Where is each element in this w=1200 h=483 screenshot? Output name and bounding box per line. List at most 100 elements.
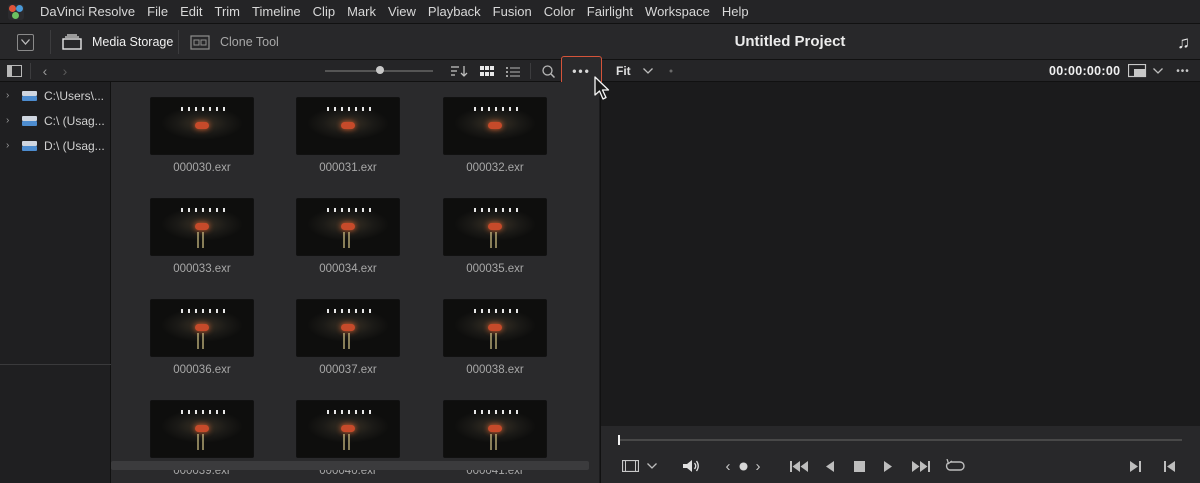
stop-button[interactable] [852,458,866,474]
clip-thumbnail[interactable] [443,97,547,155]
clip-thumbnail[interactable] [296,198,400,256]
clip-name: 000034.exr [319,263,377,275]
quality-dropdown-button[interactable] [1152,60,1164,82]
clip-item[interactable]: 000031.exr [296,97,400,174]
music-note-icon[interactable]: ♫ [1177,33,1190,53]
play-reverse-button[interactable] [823,458,837,474]
play-reverse-icon [826,460,834,472]
drive-icon [22,140,37,151]
clip-thumbnail[interactable] [296,97,400,155]
grid-horizontal-scrollbar[interactable] [111,461,589,470]
clip-thumbnail[interactable] [443,198,547,256]
thumbnail-size-slider-knob[interactable] [376,66,384,74]
tree-divider [0,364,111,365]
list-view-button[interactable] [505,60,521,82]
menu-help[interactable]: Help [716,0,755,24]
jog-left-icon[interactable]: ‹ [723,458,733,475]
clip-thumbnail[interactable] [296,400,400,458]
playhead[interactable] [618,435,620,445]
tree-item-d-drive[interactable]: › D:\ (Usag... [0,133,111,158]
media-clip-grid: 000030.exr 000031.exr 000032.exr 000033.… [111,82,599,483]
viewer-zoom-label[interactable]: Fit [616,60,631,82]
speaker-icon [683,460,699,472]
playback-quality-button[interactable] [1128,60,1148,82]
tree-item-label: D:\ (Usag... [44,138,105,153]
chevron-down-icon [643,68,653,74]
scrub-bar[interactable] [619,439,1182,441]
play-button[interactable] [881,458,895,474]
media-storage-label: Media Storage [92,35,174,49]
clone-tool-label: Clone Tool [220,35,279,49]
play-icon [884,460,892,472]
menu-playback[interactable]: Playback [422,0,487,24]
project-title: Untitled Project [734,33,846,50]
clip-item[interactable]: 000037.exr [296,299,400,376]
rewind-to-start-icon [789,460,808,472]
source-viewer[interactable] [600,82,1200,426]
menu-timeline[interactable]: Timeline [246,0,307,24]
sort-button[interactable] [451,60,469,82]
panel-dropdown-button[interactable] [17,34,34,51]
clip-name: 000038.exr [466,364,524,376]
menu-edit[interactable]: Edit [174,0,208,24]
chevron-right-icon[interactable]: › [6,115,16,126]
subbar-divider [530,63,531,79]
clip-thumbnail[interactable] [443,400,547,458]
go-to-start-button[interactable] [789,458,809,474]
clip-thumbnail[interactable] [150,198,254,256]
mark-in-button[interactable] [1128,458,1142,474]
clip-item[interactable]: 000038.exr [443,299,547,376]
clip-item[interactable]: 000033.exr [150,198,254,275]
clip-thumbnail[interactable] [150,97,254,155]
loop-button[interactable] [944,458,966,474]
menu-workspace[interactable]: Workspace [639,0,716,24]
menu-file[interactable]: File [141,0,174,24]
clip-view-dropdown[interactable] [646,458,658,474]
clip-thumbnail[interactable] [443,299,547,357]
media-storage-button[interactable]: Media Storage [62,24,173,60]
viewer-options-icon[interactable]: ••• [1173,60,1193,82]
top-toolbar: Media Storage Clone Tool Untitled Projec… [0,24,1200,60]
chevron-right-icon[interactable]: › [6,90,16,101]
menu-color[interactable]: Color [538,0,581,24]
tree-item-c-drive[interactable]: › C:\ (Usag... [0,108,111,133]
clip-item[interactable]: 000036.exr [150,299,254,376]
tree-item-users[interactable]: › C:\Users\... [0,83,111,108]
jog-dot-icon[interactable] [738,458,748,474]
menu-clip[interactable]: Clip [307,0,341,24]
sort-icon [451,66,468,77]
forward-arrow-icon[interactable]: › [58,60,72,82]
menu-fusion[interactable]: Fusion [487,0,538,24]
clip-item[interactable]: 000030.exr [150,97,254,174]
transport-controls: ‹ › [600,426,1200,483]
search-button[interactable] [540,60,556,82]
grid-view-button[interactable] [479,60,495,82]
chevron-right-icon[interactable]: › [6,140,16,151]
jog-right-icon[interactable]: › [753,458,763,475]
chevron-down-icon [21,39,30,45]
menu-mark[interactable]: Mark [341,0,382,24]
clip-item[interactable]: 000034.exr [296,198,400,275]
clone-tool-button[interactable]: Clone Tool [190,24,279,60]
go-to-end-button[interactable] [909,458,931,474]
menu-app-name[interactable]: DaVinci Resolve [34,0,141,24]
zoom-dropdown-button[interactable] [642,60,654,82]
clip-thumbnail[interactable] [296,299,400,357]
davinci-resolve-logo-icon [8,3,24,20]
volume-button[interactable] [681,458,701,474]
mark-out-button[interactable] [1162,458,1176,474]
toggle-sidebar-button[interactable] [6,60,22,82]
menu-trim[interactable]: Trim [209,0,247,24]
list-view-icon [506,66,520,77]
menu-fairlight[interactable]: Fairlight [581,0,639,24]
clip-item[interactable]: 000032.exr [443,97,547,174]
clip-item[interactable]: 000035.exr [443,198,547,275]
chevron-down-icon [1153,68,1163,74]
clip-thumbnail[interactable] [150,400,254,458]
clip-thumbnail[interactable] [150,299,254,357]
subbar-divider [30,63,31,79]
back-arrow-icon[interactable]: ‹ [38,60,52,82]
menu-view[interactable]: View [382,0,422,24]
clip-view-button[interactable] [621,458,639,474]
stop-icon [853,460,865,472]
